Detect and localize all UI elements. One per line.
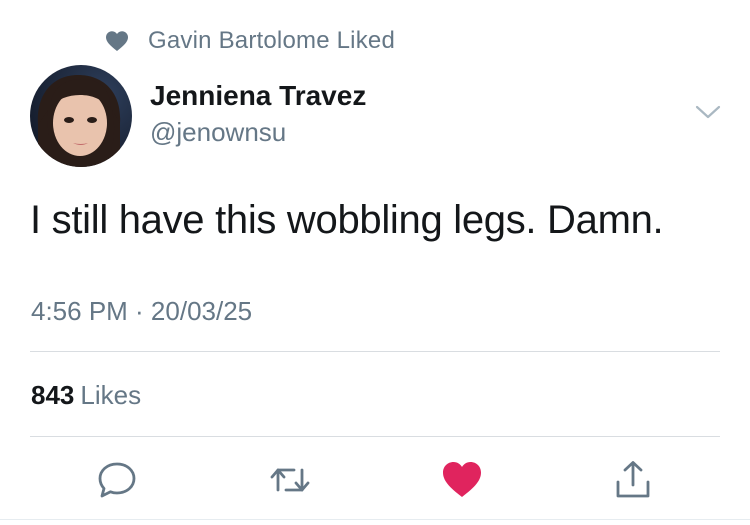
author-name[interactable]: Jenniena Travez bbox=[150, 80, 366, 112]
share-icon bbox=[616, 461, 650, 498]
author-handle[interactable]: @jenownsu bbox=[150, 117, 286, 148]
divider bbox=[30, 436, 720, 437]
likes-stat[interactable]: 843 Likes bbox=[31, 380, 141, 411]
divider bbox=[30, 351, 720, 352]
social-context-label[interactable]: Gavin Bartolome Liked bbox=[148, 27, 395, 55]
reply-button[interactable] bbox=[96, 460, 138, 500]
share-button[interactable] bbox=[612, 460, 654, 500]
heart-icon bbox=[443, 462, 481, 497]
like-button[interactable] bbox=[441, 460, 483, 500]
heart-icon bbox=[105, 30, 129, 52]
avatar[interactable] bbox=[30, 65, 132, 167]
social-context: Gavin Bartolome Liked bbox=[105, 26, 395, 56]
retweet-button[interactable] bbox=[269, 460, 311, 500]
reply-icon bbox=[98, 462, 136, 498]
divider bbox=[0, 519, 750, 520]
retweet-icon bbox=[270, 468, 310, 492]
chevron-down-icon[interactable] bbox=[694, 102, 722, 122]
likes-count: 843 bbox=[31, 380, 75, 410]
tweet-text: I still have this wobbling legs. Damn. bbox=[30, 198, 664, 242]
likes-label: Likes bbox=[80, 380, 142, 410]
tweet-timestamp[interactable]: 4:56 PM · 20/03/25 bbox=[31, 296, 252, 327]
